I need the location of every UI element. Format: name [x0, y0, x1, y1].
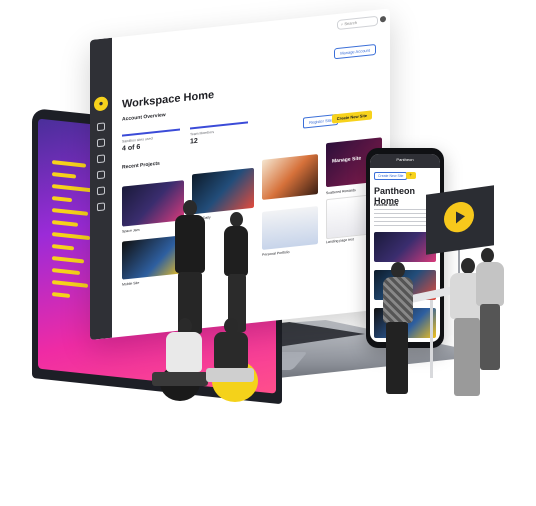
code-line — [52, 208, 88, 216]
nav-home-icon[interactable] — [97, 122, 105, 132]
stat-team: Team Members 12 — [190, 121, 248, 152]
person-torso — [476, 262, 504, 306]
search-icon: ⌕ — [341, 21, 344, 27]
create-site-button[interactable]: Create New Site — [331, 110, 372, 124]
person-head — [481, 248, 494, 263]
person-torso — [166, 332, 202, 372]
project-thumbnail[interactable] — [192, 167, 254, 215]
page-title: Workspace Home — [122, 88, 215, 111]
code-line — [52, 292, 70, 298]
project-label: Space Jam — [122, 227, 140, 234]
person-head — [230, 212, 243, 227]
phone-brand: Pantheon — [396, 157, 414, 162]
code-line — [52, 160, 86, 168]
code-line — [52, 256, 84, 264]
nav-team-icon[interactable] — [97, 154, 105, 164]
nav-sites-icon[interactable] — [97, 138, 105, 148]
code-line — [52, 196, 72, 203]
code-line — [52, 172, 76, 179]
person-torso — [383, 277, 413, 323]
recent-projects-heading: Recent Projects — [122, 160, 160, 171]
avatar-icon[interactable] — [380, 15, 386, 23]
person-head — [391, 262, 405, 278]
code-line — [52, 280, 88, 288]
nav-settings-icon[interactable] — [97, 186, 105, 196]
phone-header: Pantheon — [370, 154, 440, 168]
phone-menu-button[interactable]: ＋ — [406, 172, 416, 179]
person-legs — [206, 368, 254, 382]
project-label: Mobile Site — [122, 280, 140, 287]
phone-create-button[interactable]: Create New Site — [374, 172, 408, 180]
project-label: Personal Portfolio — [262, 250, 290, 257]
presentation-board — [426, 185, 494, 255]
sidebar: ● — [90, 37, 112, 340]
play-icon[interactable] — [444, 200, 474, 235]
project-thumbnail[interactable] — [262, 206, 318, 250]
logo-icon[interactable]: ● — [94, 96, 108, 112]
code-line — [52, 244, 74, 251]
card-title: Manage Site — [332, 155, 362, 165]
person-torso — [214, 332, 248, 370]
table-leg — [430, 300, 433, 378]
nav-billing-icon[interactable] — [97, 170, 105, 180]
project-thumbnail[interactable] — [262, 154, 318, 200]
person-torso — [224, 226, 248, 276]
person-legs — [480, 304, 500, 370]
person-head — [461, 258, 475, 274]
code-line — [52, 268, 80, 276]
person-head — [183, 200, 197, 216]
phone-section-heading: Recent Sites — [374, 202, 399, 207]
manage-account-button[interactable]: Manage Account — [334, 43, 376, 60]
account-overview-heading: Account Overview — [122, 112, 166, 123]
search-input[interactable]: ⌕ Search — [337, 15, 378, 31]
person-legs — [454, 318, 480, 396]
person-legs — [152, 372, 208, 386]
code-line — [52, 232, 90, 241]
project-label: Scattered Rewards — [326, 188, 356, 196]
stat-sandbox: Sandbox sites used 4 of 6 — [122, 128, 180, 159]
person-torso — [175, 215, 205, 273]
hero-illustration: ● ⌕ Search Manage Account Workspace Home… — [0, 0, 536, 506]
code-line — [52, 184, 92, 193]
nav-support-icon[interactable] — [97, 202, 105, 212]
code-line — [52, 220, 78, 227]
person-legs — [386, 322, 408, 394]
